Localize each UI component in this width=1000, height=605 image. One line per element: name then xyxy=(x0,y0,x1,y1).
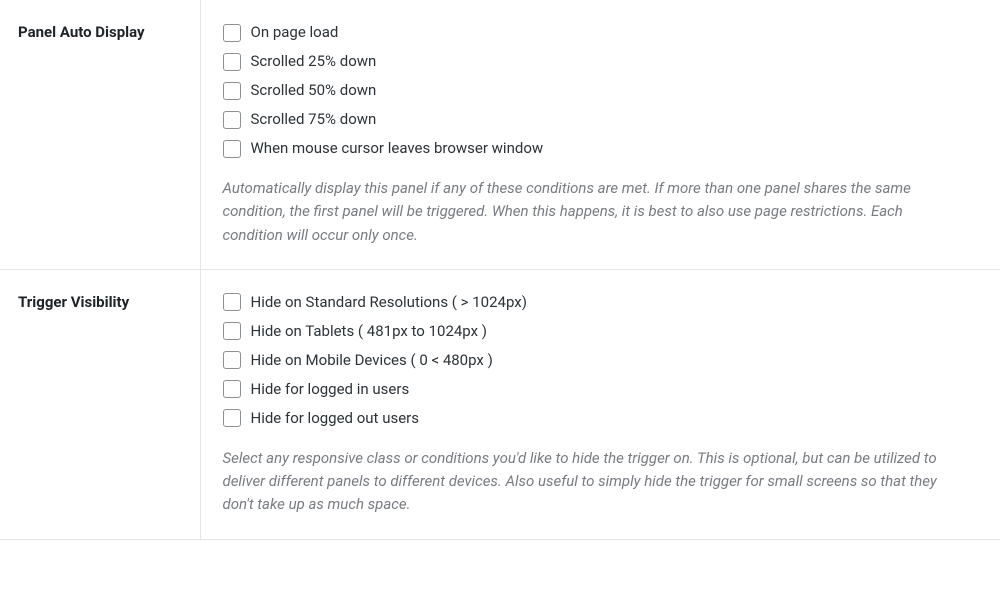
row-panel-auto-display: Panel Auto Display On page load Scrolled… xyxy=(0,0,1000,269)
row-field: On page load Scrolled 25% down Scrolled … xyxy=(200,0,1000,269)
checkbox-icon[interactable] xyxy=(223,293,241,311)
row-trigger-visibility: Trigger Visibility Hide on Standard Reso… xyxy=(0,269,1000,539)
checkbox-icon[interactable] xyxy=(223,111,241,129)
checkbox-label: Hide on Tablets ( 481px to 1024px ) xyxy=(251,321,488,342)
checkbox-label: Hide for logged in users xyxy=(251,379,410,400)
auto-display-description: Automatically display this panel if any … xyxy=(223,177,963,247)
panel-auto-display-title: Panel Auto Display xyxy=(18,23,145,41)
checkbox-hide-tablets[interactable]: Hide on Tablets ( 481px to 1024px ) xyxy=(223,321,979,342)
checkbox-label: Hide on Mobile Devices ( 0 < 480px ) xyxy=(251,350,493,371)
trigger-visibility-description: Select any responsive class or condition… xyxy=(223,447,963,517)
checkbox-label: Hide for logged out users xyxy=(251,408,419,429)
checkbox-hide-mobile[interactable]: Hide on Mobile Devices ( 0 < 480px ) xyxy=(223,350,979,371)
checkbox-icon[interactable] xyxy=(223,82,241,100)
checkbox-scrolled-75[interactable]: Scrolled 75% down xyxy=(223,109,979,130)
checkbox-label: Scrolled 75% down xyxy=(251,109,377,130)
checkbox-label: Scrolled 25% down xyxy=(251,51,377,72)
checkbox-icon[interactable] xyxy=(223,322,241,340)
checkbox-mouse-leaves[interactable]: When mouse cursor leaves browser window xyxy=(223,138,979,159)
checkbox-on-page-load[interactable]: On page load xyxy=(223,22,979,43)
checkbox-label: On page load xyxy=(251,22,339,43)
checkbox-icon[interactable] xyxy=(223,351,241,369)
checkbox-label: Hide on Standard Resolutions ( > 1024px) xyxy=(251,292,527,313)
checkbox-scrolled-25[interactable]: Scrolled 25% down xyxy=(223,51,979,72)
checkbox-hide-standard[interactable]: Hide on Standard Resolutions ( > 1024px) xyxy=(223,292,979,313)
checkbox-hide-logged-in[interactable]: Hide for logged in users xyxy=(223,379,979,400)
checkbox-scrolled-50[interactable]: Scrolled 50% down xyxy=(223,80,979,101)
settings-table: Panel Auto Display On page load Scrolled… xyxy=(0,0,1000,540)
trigger-visibility-title: Trigger Visibility xyxy=(18,293,129,311)
checkbox-icon[interactable] xyxy=(223,24,241,42)
checkbox-icon[interactable] xyxy=(223,53,241,71)
row-label: Panel Auto Display xyxy=(0,0,200,269)
checkbox-hide-logged-out[interactable]: Hide for logged out users xyxy=(223,408,979,429)
auto-display-options: On page load Scrolled 25% down Scrolled … xyxy=(223,22,979,159)
checkbox-icon[interactable] xyxy=(223,409,241,427)
row-label: Trigger Visibility xyxy=(0,269,200,539)
row-field: Hide on Standard Resolutions ( > 1024px)… xyxy=(200,269,1000,539)
trigger-visibility-options: Hide on Standard Resolutions ( > 1024px)… xyxy=(223,292,979,429)
checkbox-icon[interactable] xyxy=(223,380,241,398)
checkbox-icon[interactable] xyxy=(223,140,241,158)
checkbox-label: Scrolled 50% down xyxy=(251,80,377,101)
checkbox-label: When mouse cursor leaves browser window xyxy=(251,138,544,159)
